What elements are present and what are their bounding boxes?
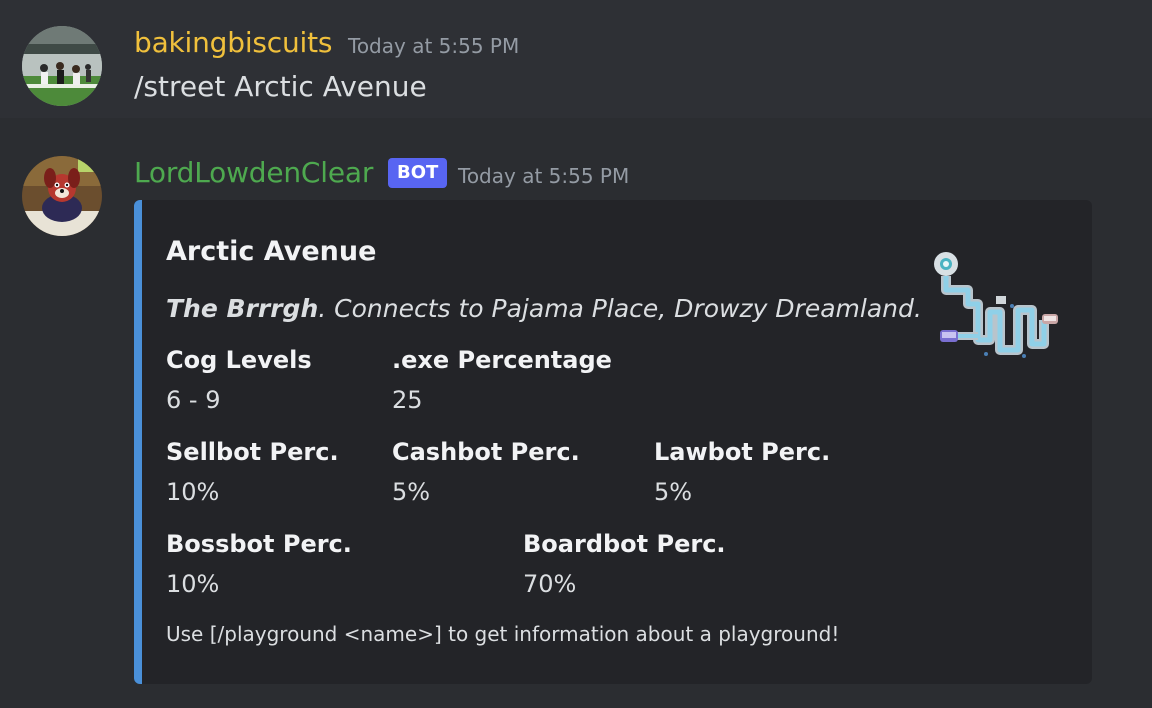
chat-window: bakingbiscuits Today at 5:55 PM /street … — [0, 0, 1152, 708]
embed-description: The Brrrgh. Connects to Pajama Place, Dr… — [166, 294, 922, 323]
field-name-bossbot: Bossbot Perc. — [166, 530, 352, 558]
field-value-sellbot: 10% — [166, 478, 220, 506]
bot-badge: BOT — [388, 158, 448, 188]
field-value-cashbot: 5% — [392, 478, 431, 506]
field-value-cog-levels: 6 - 9 — [166, 386, 221, 414]
field-name-cashbot: Cashbot Perc. — [392, 438, 580, 466]
field-name-sellbot: Sellbot Perc. — [166, 438, 339, 466]
avatar[interactable] — [22, 26, 102, 106]
embed-footer: Use [/playground <name>] to get informat… — [166, 622, 840, 646]
embed-title: Arctic Avenue — [166, 236, 377, 267]
embed: Arctic Avenue The Brrrgh. Connects to Pa… — [134, 200, 1092, 684]
field-value-lawbot: 5% — [654, 478, 693, 506]
bot-avatar[interactable] — [22, 156, 102, 236]
embed-description-rest: . Connects to Pajama Place, Drowzy Dream… — [318, 294, 922, 323]
field-name-boardbot: Boardbot Perc. — [523, 530, 726, 558]
bot-character-icon — [22, 156, 102, 236]
user-photo-icon — [22, 26, 102, 106]
street-map-icon — [934, 252, 1058, 358]
message-1: bakingbiscuits Today at 5:55 PM /street … — [0, 0, 1152, 118]
field-value-bossbot: 10% — [166, 570, 220, 598]
field-name-lawbot: Lawbot Perc. — [654, 438, 831, 466]
bot-username[interactable]: LordLowdenClear — [134, 156, 373, 189]
field-name-cog-levels: Cog Levels — [166, 346, 312, 374]
timestamp: Today at 5:55 PM — [458, 164, 630, 188]
field-name-exe-percentage: .exe Percentage — [392, 346, 612, 374]
embed-thumbnail[interactable] — [926, 250, 1062, 368]
field-value-exe-percentage: 25 — [392, 386, 423, 414]
timestamp: Today at 5:55 PM — [348, 34, 520, 58]
embed-description-bold: The Brrrgh — [166, 294, 319, 323]
username[interactable]: bakingbiscuits — [134, 26, 332, 59]
field-value-boardbot: 70% — [523, 570, 577, 598]
message-text: /street Arctic Avenue — [134, 70, 427, 103]
